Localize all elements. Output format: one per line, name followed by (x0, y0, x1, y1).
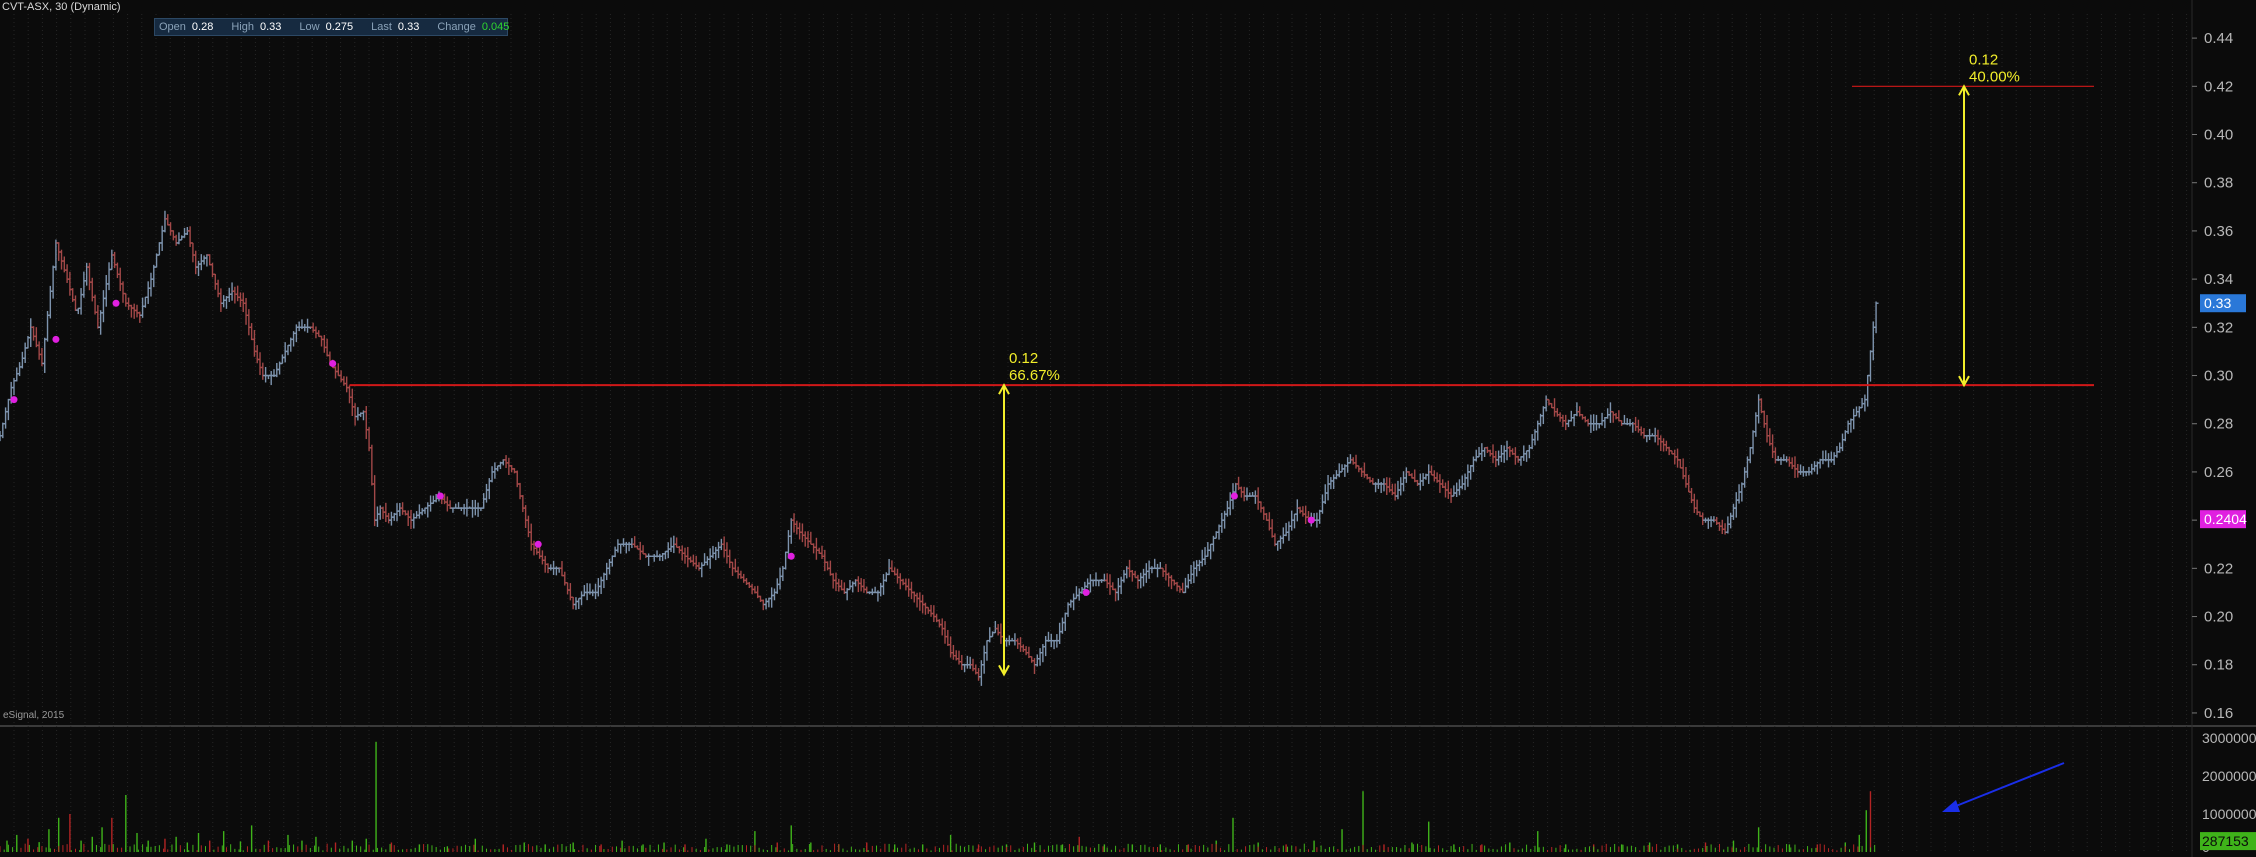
low-value: 0.275 (325, 21, 354, 33)
quote-bar: Open 0.28 High 0.33 Low 0.275 Last 0.33 … (154, 18, 510, 36)
open-label: Open (159, 21, 186, 33)
signal-marker (1082, 588, 1090, 596)
price-chart[interactable]: 0.44 0.42 0.40 0.38 0.36 0.34 0.32 0.30 0.28 0.26… (0, 0, 2256, 857)
measure-1-percent: 66.67% (1009, 367, 1060, 384)
measure-2-change: 0.12 (1969, 51, 1998, 68)
measure-2-percent: 40.00% (1969, 68, 2020, 85)
signal-marker (112, 299, 120, 307)
y-tick-label: 0.40 (2204, 127, 2233, 144)
y-tick-label: 0.42 (2204, 78, 2233, 95)
signal-marker (787, 552, 795, 560)
y-tick-label: 0.20 (2204, 609, 2233, 626)
y-tick-label: 0.34 (2204, 271, 2233, 288)
open-value: 0.28 (191, 21, 214, 33)
signal-marker (436, 492, 444, 500)
volume-tick-label: 1000000 (2202, 806, 2256, 822)
change-label: Change (437, 21, 476, 33)
volume-tick-label: 2000000 (2202, 768, 2256, 784)
y-tick-label: 0.30 (2204, 368, 2233, 385)
high-label: High (231, 21, 254, 33)
high-value: 0.33 (259, 21, 282, 33)
watermark: eSignal, 2015 (3, 710, 65, 721)
signal-marker (10, 396, 18, 404)
y-tick-label: 0.38 (2204, 175, 2233, 192)
y-tick-label: 0.18 (2204, 657, 2233, 674)
signal-marker (1230, 492, 1238, 500)
signal-marker (1307, 516, 1315, 524)
chart-title: CVT-ASX, 30 (Dynamic) (2, 1, 121, 13)
measure-1-change: 0.12 (1009, 350, 1038, 367)
signal-marker (52, 335, 60, 343)
volume-tag: 287153 (2202, 833, 2249, 849)
y-tick-label: 0.22 (2204, 560, 2233, 577)
indicator-tag: 0.2404 (2204, 511, 2247, 527)
chart-background (0, 0, 2256, 857)
low-label: Low (299, 21, 320, 33)
y-tick-label: 0.16 (2204, 705, 2233, 722)
y-tick-label: 0.44 (2204, 30, 2233, 47)
last-price-tag: 0.33 (2204, 295, 2231, 311)
y-tick-label: 0.26 (2204, 464, 2233, 481)
signal-marker (534, 540, 542, 548)
y-tick-label: 0.32 (2204, 319, 2233, 336)
chart-root: 0.44 0.42 0.40 0.38 0.36 0.34 0.32 0.30 0.28 0.26… (0, 0, 2256, 857)
y-tick-label: 0.36 (2204, 223, 2233, 240)
last-value: 0.33 (397, 21, 420, 33)
last-label: Last (371, 21, 392, 33)
signal-marker (329, 359, 337, 367)
volume-tick-label: 3000000 (2202, 730, 2256, 746)
y-tick-label: 0.28 (2204, 416, 2233, 433)
change-value: 0.045 (481, 21, 510, 33)
